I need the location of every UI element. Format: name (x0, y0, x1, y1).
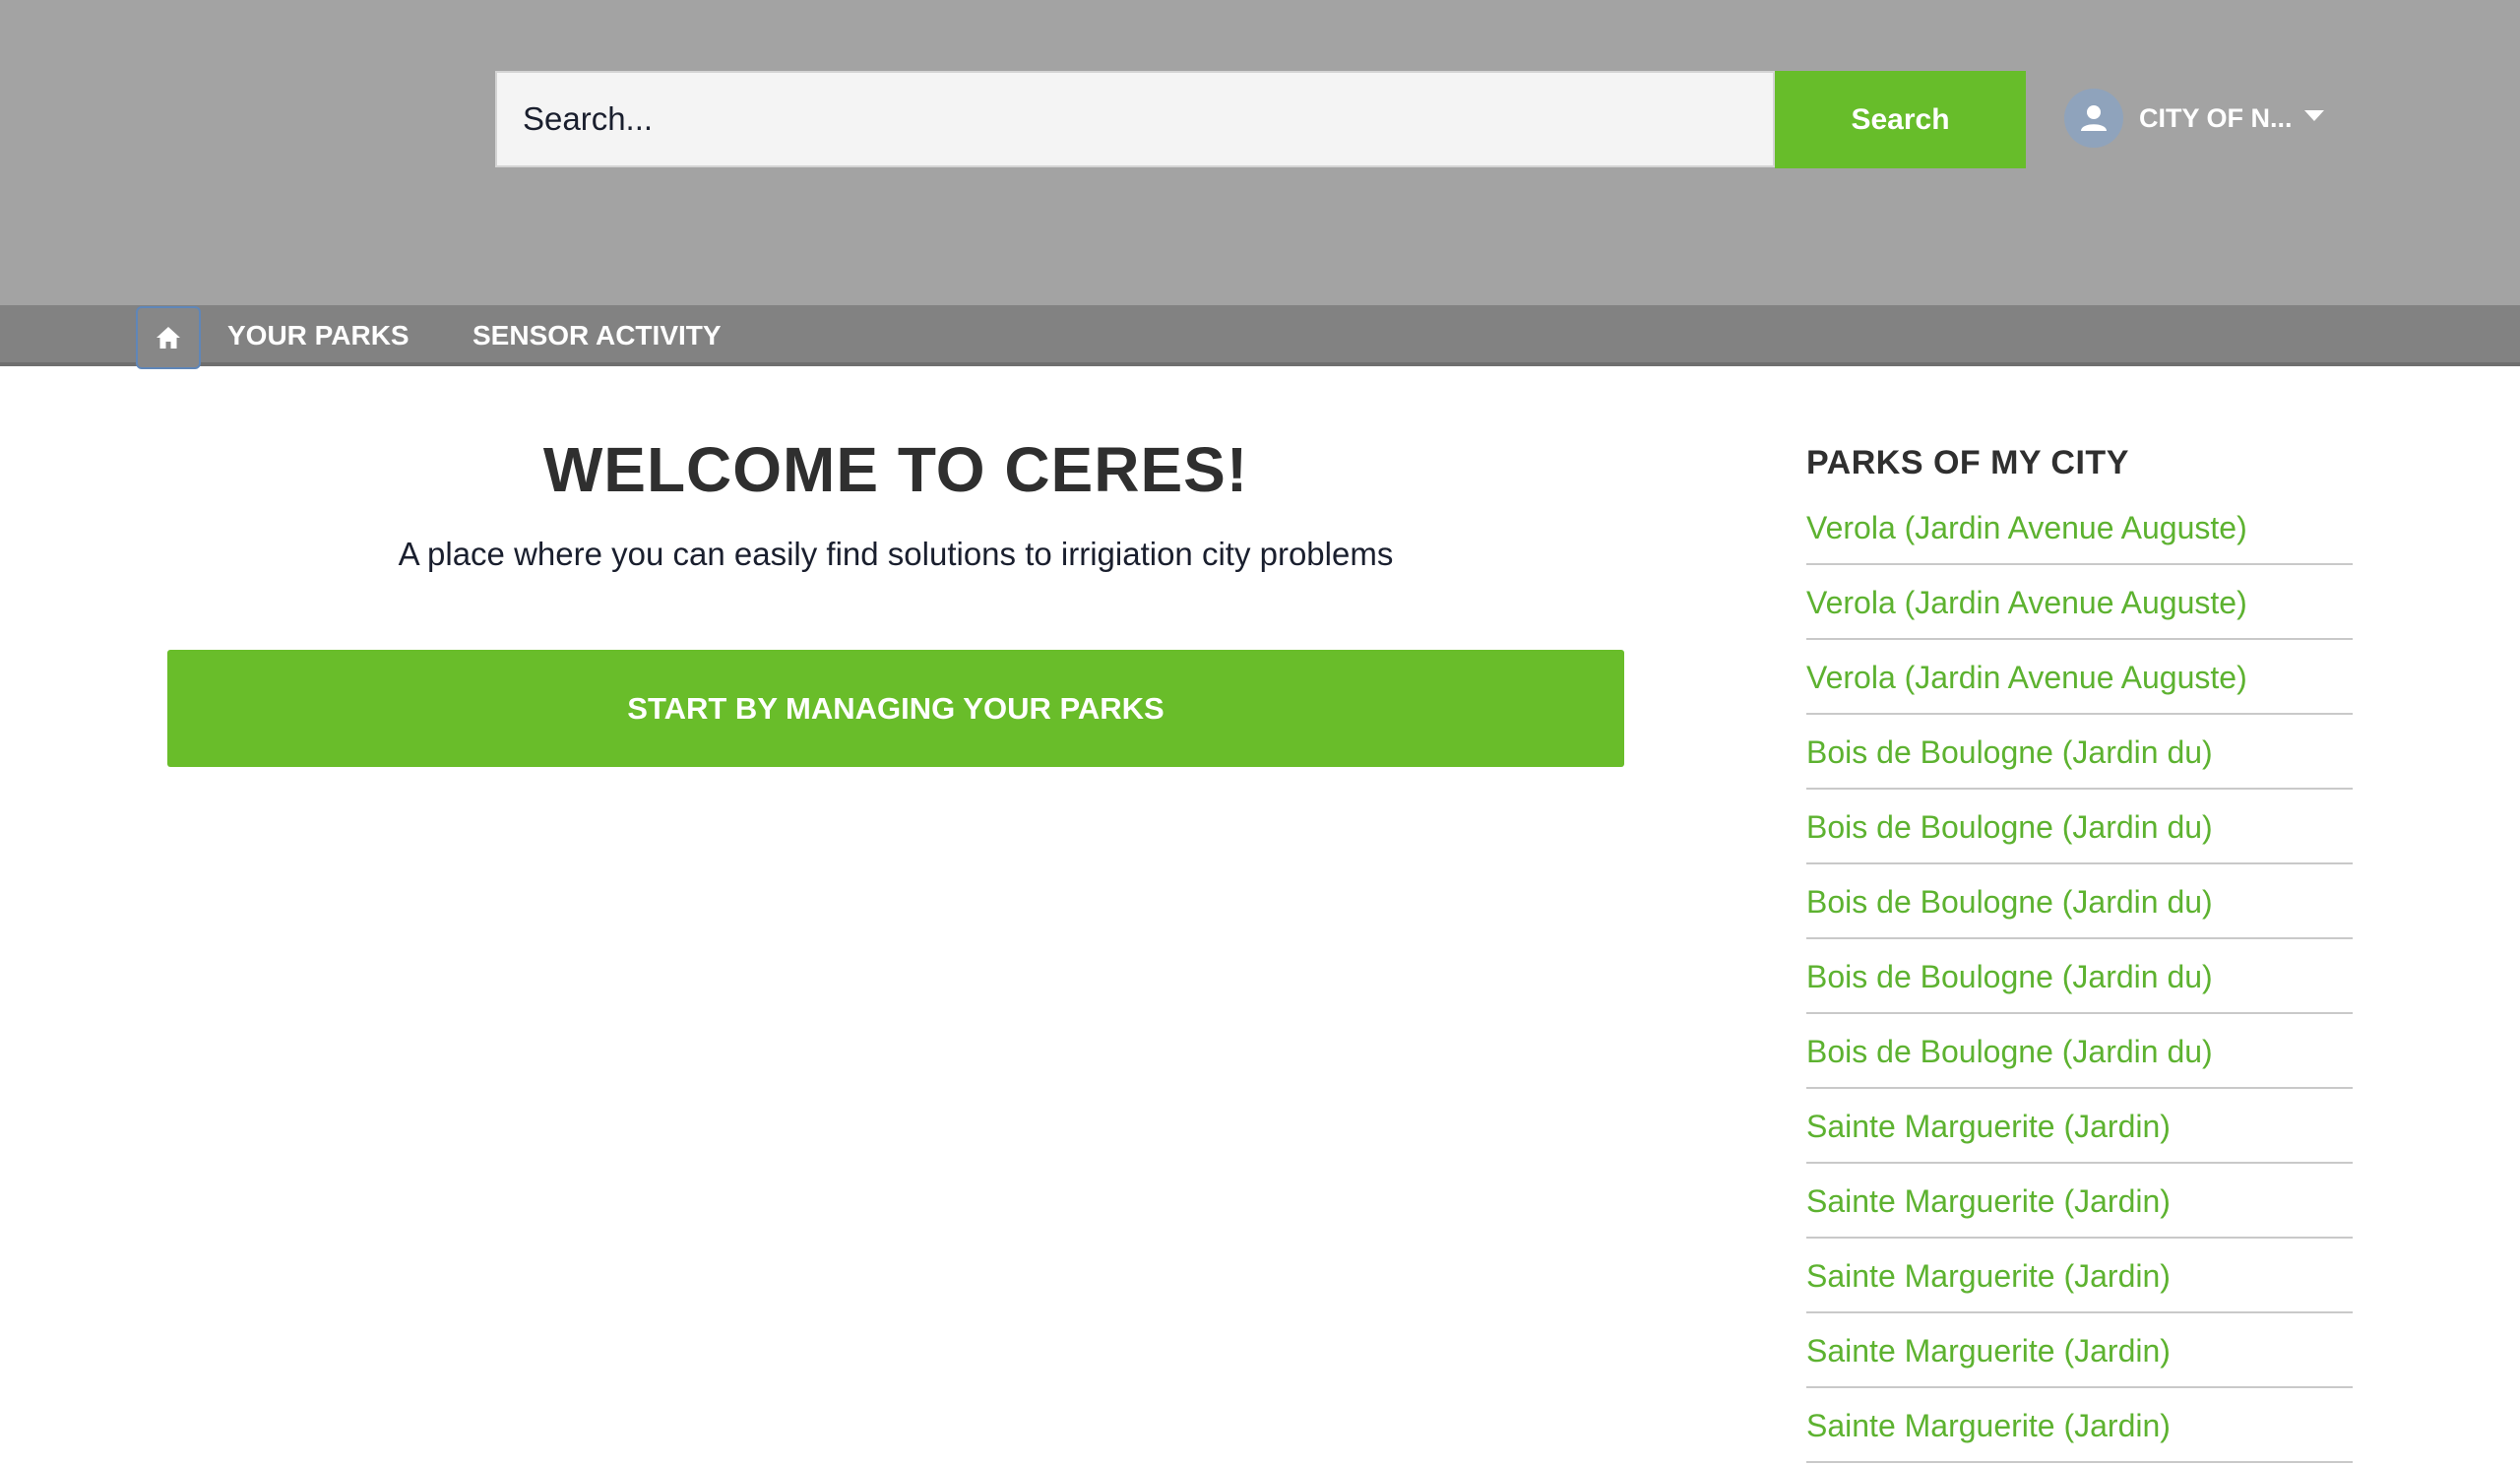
list-item: Bois de Boulogne (Jardin du) (1806, 792, 2353, 864)
parks-sidebar: PARKS OF MY CITY Verola (Jardin Avenue A… (1806, 433, 2353, 1465)
list-item: Verola (Jardin Avenue Auguste) (1806, 567, 2353, 640)
list-item: Bois de Boulogne (Jardin du) (1806, 941, 2353, 1014)
park-link[interactable]: Sainte Marguerite (Jardin) (1806, 1333, 2171, 1369)
park-link[interactable]: Sainte Marguerite (Jardin) (1806, 1183, 2171, 1220)
list-item: Sainte Marguerite (Jardin) (1806, 1091, 2353, 1164)
chevron-down-icon (2303, 109, 2324, 121)
search-input[interactable] (495, 71, 1775, 167)
park-link[interactable]: Sainte Marguerite (Jardin) (1806, 1258, 2171, 1295)
person-icon (2081, 105, 2107, 131)
nav-bar: YOUR PARKS SENSOR ACTIVITY (0, 305, 2520, 369)
park-link[interactable]: Bois de Boulogne (Jardin du) (1806, 884, 2213, 921)
list-item: Sainte Marguerite (Jardin) (1806, 1390, 2353, 1463)
home-button[interactable] (136, 306, 201, 369)
list-item: Sainte Marguerite (Jardin) (1806, 1166, 2353, 1239)
list-item: Bois de Boulogne (Jardin du) (1806, 866, 2353, 939)
manage-parks-button[interactable]: START BY MANAGING YOUR PARKS (167, 650, 1624, 767)
list-item: Bois de Boulogne (Jardin du) (1806, 1016, 2353, 1089)
park-link[interactable]: Verola (Jardin Avenue Auguste) (1806, 660, 2247, 696)
user-avatar-icon (2064, 89, 2123, 148)
park-link[interactable]: Bois de Boulogne (Jardin du) (1806, 734, 2213, 771)
park-link[interactable]: Sainte Marguerite (Jardin) (1806, 1408, 2171, 1444)
park-link[interactable]: Verola (Jardin Avenue Auguste) (1806, 585, 2247, 621)
list-item: Verola (Jardin Avenue Auguste) (1806, 492, 2353, 565)
park-link[interactable]: Bois de Boulogne (Jardin du) (1806, 1034, 2213, 1070)
sidebar-title: PARKS OF MY CITY (1806, 444, 2129, 481)
page-title: WELCOME TO CERES! (542, 434, 1249, 505)
page-subtitle: A place where you can easily find soluti… (398, 536, 1394, 572)
park-link[interactable]: Verola (Jardin Avenue Auguste) (1806, 510, 2247, 546)
list-item: Bois de Boulogne (Jardin du) (1806, 717, 2353, 790)
user-menu[interactable]: CITY OF N... (2064, 89, 2324, 148)
list-item: Sainte Marguerite (Jardin) (1806, 1315, 2353, 1388)
user-name: CITY OF N... (2139, 102, 2293, 133)
header-bar: Search CITY OF N... (0, 0, 2520, 305)
park-list: Verola (Jardin Avenue Auguste) Verola (J… (1806, 492, 2353, 1463)
park-link[interactable]: Bois de Boulogne (Jardin du) (1806, 959, 2213, 995)
nav-item-your-parks[interactable]: YOUR PARKS (227, 305, 410, 366)
home-icon (157, 327, 180, 349)
park-link[interactable]: Sainte Marguerite (Jardin) (1806, 1109, 2171, 1145)
list-item: Verola (Jardin Avenue Auguste) (1806, 642, 2353, 715)
search-button[interactable]: Search (1775, 71, 2026, 168)
list-item: Sainte Marguerite (Jardin) (1806, 1241, 2353, 1313)
nav-item-sensor-activity[interactable]: SENSOR ACTIVITY (472, 305, 722, 366)
park-link[interactable]: Bois de Boulogne (Jardin du) (1806, 809, 2213, 846)
search-box (495, 71, 1775, 167)
